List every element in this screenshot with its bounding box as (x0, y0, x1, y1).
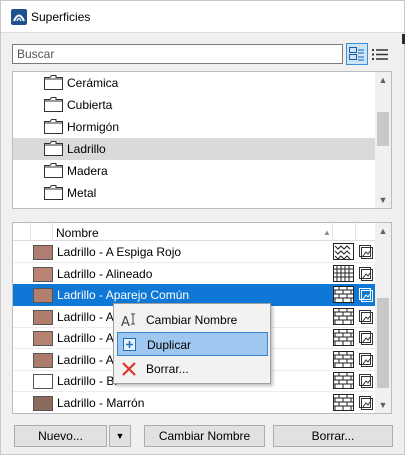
surface-name: Ladrillo - Bl (57, 374, 118, 388)
delete-button[interactable]: Borrar... (273, 425, 393, 447)
table-row[interactable]: Ladrillo - Marrón (13, 392, 376, 413)
hatch-pattern-icon (333, 286, 354, 303)
color-swatch (33, 395, 53, 411)
texture-image-icon (359, 245, 373, 259)
scroll-down-arrow-icon[interactable]: ▼ (375, 397, 391, 413)
menu-item-duplicate[interactable]: Duplicar (117, 332, 268, 356)
color-swatch (33, 374, 53, 389)
svg-text:A: A (121, 315, 130, 328)
texture-image-icon (359, 352, 373, 367)
tree-view-button[interactable] (346, 43, 368, 65)
header-column-divider (332, 223, 356, 241)
category-label: Metal (67, 186, 97, 200)
color-swatch (33, 245, 53, 260)
hatch-pattern-icon (333, 329, 354, 346)
scroll-thumb[interactable] (377, 112, 389, 146)
color-swatch (33, 266, 53, 282)
category-item[interactable]: Cerámica (13, 72, 376, 94)
list-view-icon (372, 48, 388, 60)
category-label: Cerámica (67, 76, 119, 90)
folder-tree-view-icon (349, 47, 364, 61)
scroll-up-arrow-icon[interactable]: ▲ (375, 223, 391, 239)
hatch-pattern-icon (333, 372, 354, 389)
chevron-down-icon: ▼ (115, 431, 125, 441)
hatch-pattern-icon (333, 393, 354, 411)
texture-image-icon (359, 395, 373, 410)
context-menu: A Cambiar Nombre Duplicar Borrar... (113, 303, 271, 384)
hatch-pattern-icon (333, 243, 354, 260)
category-scrollbar[interactable]: ▲ ▼ (375, 72, 391, 208)
new-options-dropdown[interactable]: ▼ (109, 425, 131, 447)
texture-image-icon (359, 288, 373, 302)
texture-image-icon (359, 374, 373, 388)
color-swatch (33, 288, 53, 303)
header-column-divider (13, 223, 31, 241)
menu-item-label: Duplicar (147, 338, 192, 352)
menu-item-label: Cambiar Nombre (146, 313, 238, 327)
search-input[interactable] (13, 45, 342, 63)
category-label: Ladrillo (67, 142, 106, 156)
table-row[interactable]: Ladrillo - A Espiga Rojo (13, 241, 376, 263)
surface-name: Ladrillo - Alineado (57, 266, 153, 281)
duplicate-icon (123, 338, 136, 351)
category-tree[interactable]: Cerámica Cubierta Hormigón Ladrillo Made… (12, 71, 392, 209)
header-column-divider (31, 223, 53, 241)
surface-name: Ladrillo - Ap (57, 352, 121, 367)
category-label: Madera (67, 164, 108, 178)
surface-name: Ladrillo - Ap (57, 309, 121, 324)
folder-icon (44, 119, 63, 134)
category-item[interactable]: Cubierta (13, 94, 376, 116)
surfaces-dialog: Superficies Cerámica (0, 0, 405, 455)
delete-x-icon (122, 362, 136, 376)
scroll-thumb[interactable] (377, 298, 389, 388)
color-swatch (33, 309, 53, 325)
menu-item-rename[interactable]: A Cambiar Nombre (117, 308, 268, 332)
category-item[interactable]: Hormigón (13, 116, 376, 138)
color-swatch (33, 352, 53, 368)
archicad-app-icon (11, 9, 27, 25)
list-view-button[interactable] (369, 43, 391, 65)
texture-image-icon (359, 309, 373, 324)
search-field[interactable] (12, 44, 343, 64)
hatch-pattern-icon (333, 350, 354, 368)
folder-icon (44, 185, 63, 200)
hatch-pattern-icon (333, 264, 354, 282)
sort-ascending-icon: ▲ (323, 228, 331, 237)
menu-item-label: Borrar... (146, 362, 189, 376)
menu-item-delete[interactable]: Borrar... (117, 357, 268, 381)
scroll-down-arrow-icon[interactable]: ▼ (375, 192, 391, 208)
list-header: Nombre ▲ (13, 223, 376, 241)
scroll-up-arrow-icon[interactable]: ▲ (375, 72, 391, 88)
list-scrollbar[interactable]: ▲ ▼ (375, 223, 391, 413)
title-bar: Superficies (1, 1, 404, 33)
new-button[interactable]: Nuevo... (14, 425, 107, 447)
name-column-header[interactable]: Nombre (56, 226, 99, 240)
folder-icon (44, 141, 63, 156)
surface-name: Ladrillo - Aparejo Común (57, 288, 190, 302)
window-title: Superficies (31, 10, 91, 24)
rename-button[interactable]: Cambiar Nombre (144, 425, 265, 447)
folder-icon (44, 97, 63, 112)
category-item[interactable]: Madera (13, 160, 376, 182)
category-label: Hormigón (67, 120, 120, 134)
category-item[interactable]: Metal (13, 182, 376, 204)
table-row[interactable]: Ladrillo - Alineado (13, 263, 376, 285)
folder-icon (44, 163, 63, 178)
texture-image-icon (359, 331, 373, 345)
color-swatch (33, 331, 53, 346)
texture-image-icon (359, 266, 373, 281)
surface-name: Ladrillo - Marrón (57, 395, 145, 410)
surface-name: Ladrillo - Ap (57, 331, 121, 345)
surface-name: Ladrillo - A Espiga Rojo (57, 245, 182, 259)
folder-icon (44, 75, 63, 90)
hatch-pattern-icon (333, 307, 354, 325)
category-item-selected[interactable]: Ladrillo (13, 138, 376, 160)
rename-icon: A (121, 313, 135, 328)
category-label: Cubierta (67, 98, 113, 112)
